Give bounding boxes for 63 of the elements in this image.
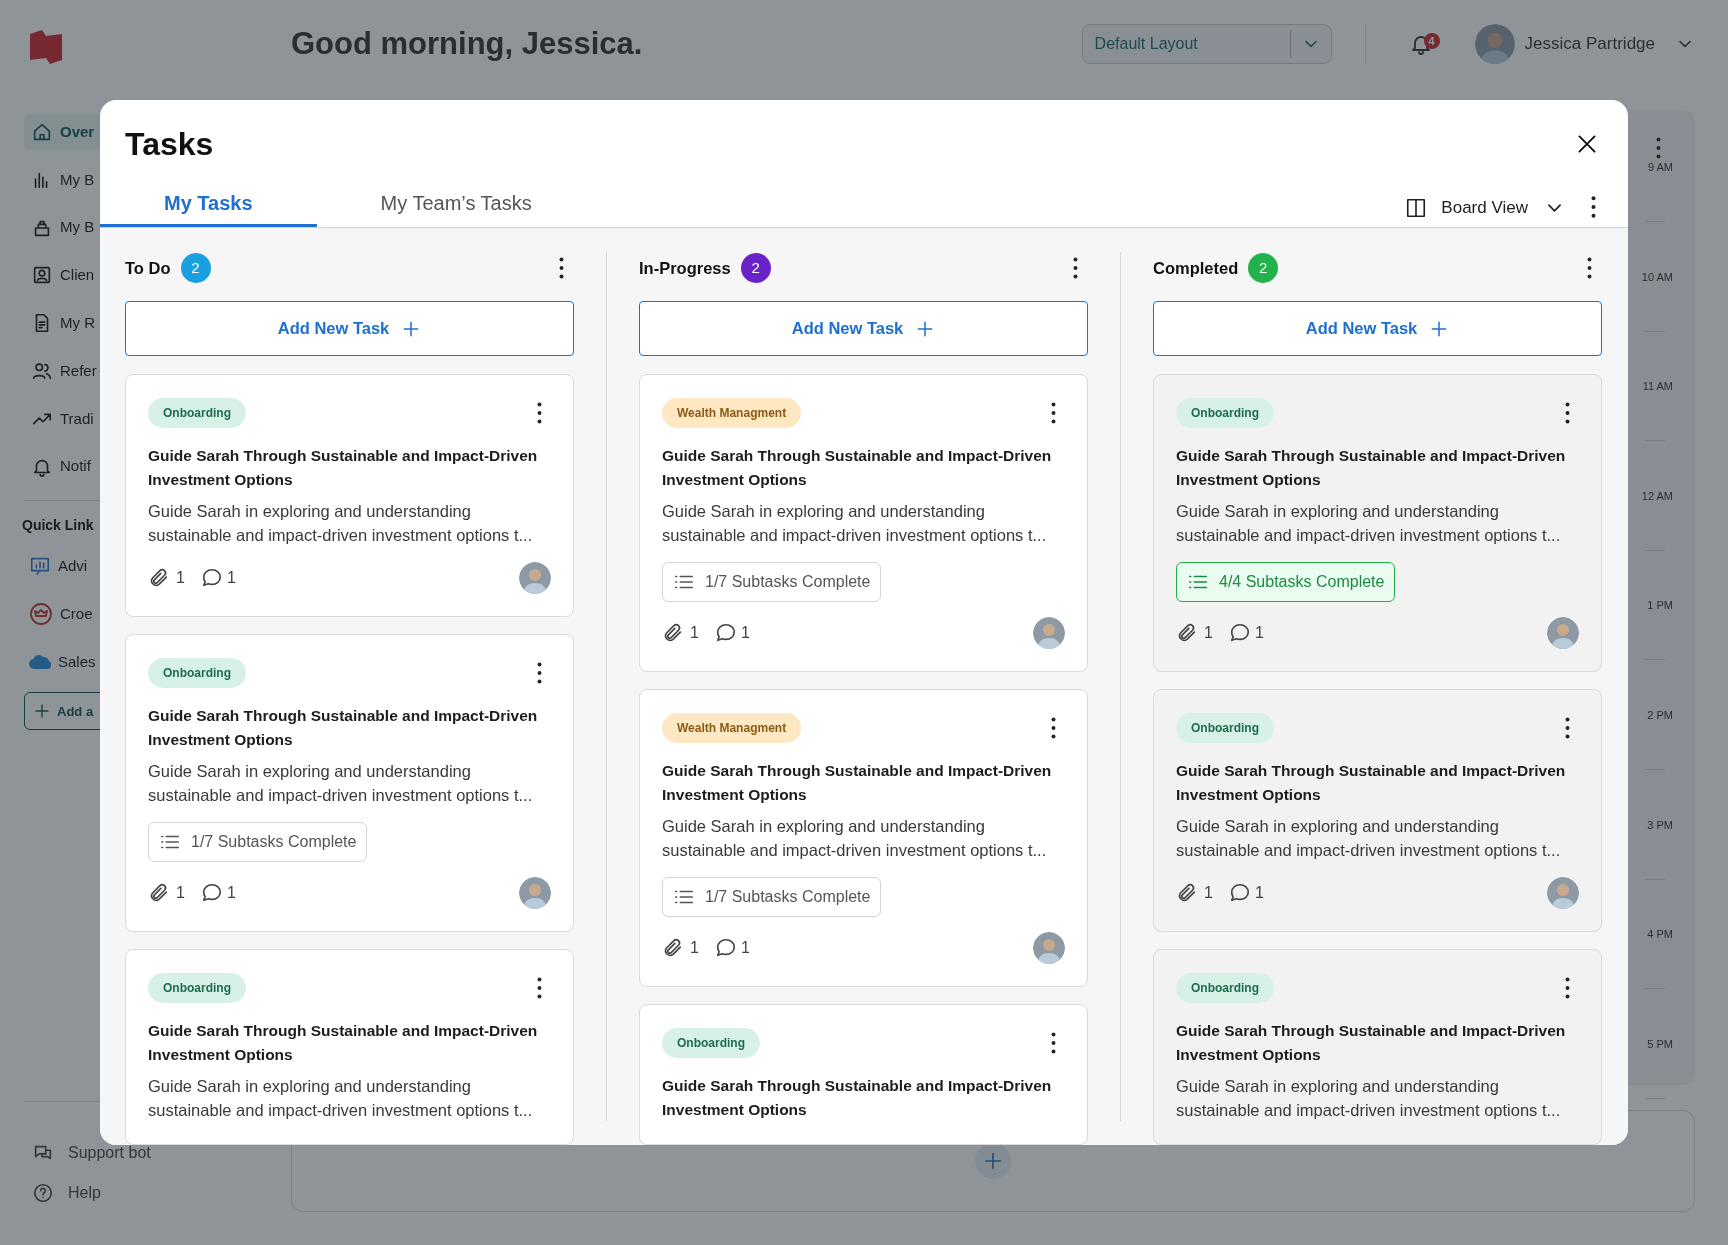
dropdown-value: Board View [1441, 196, 1528, 219]
time-label: 5 PM [1647, 1036, 1673, 1052]
time-label: 4 PM [1647, 927, 1673, 943]
section-heading: Quick Link [22, 516, 94, 536]
task-description: Guide Sarah in exploring and understanding sustainable and impact-driven investment options t... [1176, 816, 1562, 861]
column-title: To Do [125, 257, 171, 279]
attachment-count: 1 [1204, 623, 1213, 643]
task-title: Guide Sarah Through Sustainable and Impact-Driven Investment Options [662, 761, 1053, 805]
time-label: 2 PM [1647, 707, 1673, 723]
comment-count: 1 [1254, 623, 1264, 643]
attachment-count: 1 [176, 568, 185, 588]
user-name: Jessica Partridge [1524, 33, 1655, 56]
task-description: Guide Sarah in exploring and understanding sustainable and impact-driven investment options t... [148, 1076, 534, 1121]
dropdown-value: Default Layout [1093, 34, 1199, 54]
category-tag: Onboarding [1176, 713, 1274, 743]
task-title: Guide Sarah Through Sustainable and Impact-Driven Investment Options [1176, 1021, 1567, 1065]
task-title: Guide Sarah Through Sustainable and Impact-Driven Investment Options [1176, 446, 1567, 490]
notification-badge: 4 [1423, 33, 1440, 49]
task-description: Guide Sarah in exploring and understanding sustainable and impact-driven investment options t... [148, 761, 534, 806]
subtasks-text: 1/7 Subtasks Complete [705, 887, 871, 907]
time-label: 9 AM [1647, 160, 1673, 175]
category-tag: Onboarding [662, 1028, 760, 1058]
attachment-count: 1 [176, 883, 185, 903]
time-label: 12 AM [1641, 488, 1673, 504]
attachment-count: 1 [690, 623, 699, 643]
count-badge: 2 [180, 253, 211, 283]
comment-count: 1 [1254, 883, 1264, 903]
subtasks-text: 1/7 Subtasks Complete [705, 572, 871, 592]
subtasks-text: 1/7 Subtasks Complete [191, 832, 357, 852]
task-description: Guide Sarah in exploring and understanding sustainable and impact-driven investment options t... [662, 816, 1048, 861]
category-tag: Onboarding [1176, 973, 1274, 1003]
category-tag: Onboarding [1176, 398, 1274, 428]
category-tag: Wealth Managment [662, 398, 802, 428]
task-title: Guide Sarah Through Sustainable and Impact-Driven Investment Options [148, 1021, 539, 1065]
time-label: 1 PM [1647, 598, 1673, 614]
attachment-count: 1 [690, 938, 699, 958]
comment-count: 1 [226, 883, 236, 903]
column-title: Completed [1153, 257, 1239, 279]
time-label: 10 AM [1641, 269, 1673, 285]
task-description: Guide Sarah in exploring and understanding sustainable and impact-driven investment options t... [1176, 1076, 1562, 1121]
dialog-title: Tasks [125, 126, 214, 162]
greeting-heading: Good morning, Jessica. [291, 24, 643, 63]
count-badge: 2 [740, 253, 771, 283]
attachment-count: 1 [1204, 883, 1213, 903]
task-description: Guide Sarah in exploring and understanding sustainable and impact-driven investment options t... [662, 501, 1048, 546]
count-badge: 2 [1248, 253, 1279, 283]
task-title: Guide Sarah Through Sustainable and Impact-Driven Investment Options [148, 446, 539, 490]
comment-count: 1 [740, 938, 750, 958]
task-description: Guide Sarah in exploring and understanding sustainable and impact-driven investment options t... [1176, 501, 1562, 546]
category-tag: Onboarding [148, 973, 246, 1003]
category-tag: Wealth Managment [662, 713, 802, 743]
comment-count: 1 [740, 623, 750, 643]
task-title: Guide Sarah Through Sustainable and Impact-Driven Investment Options [662, 1076, 1053, 1120]
task-description: Guide Sarah in exploring and understanding sustainable and impact-driven investment options t... [148, 501, 534, 546]
time-label: 11 AM [1642, 379, 1673, 395]
category-tag: Onboarding [148, 398, 246, 428]
column-title: In-Progress [639, 257, 731, 279]
subtasks-text: 4/4 Subtasks Complete [1219, 572, 1385, 592]
time-label: 3 PM [1647, 817, 1673, 833]
comment-count: 1 [226, 568, 236, 588]
task-title: Guide Sarah Through Sustainable and Impact-Driven Investment Options [1176, 761, 1567, 805]
category-tag: Onboarding [148, 658, 246, 688]
task-title: Guide Sarah Through Sustainable and Impact-Driven Investment Options [662, 446, 1053, 490]
